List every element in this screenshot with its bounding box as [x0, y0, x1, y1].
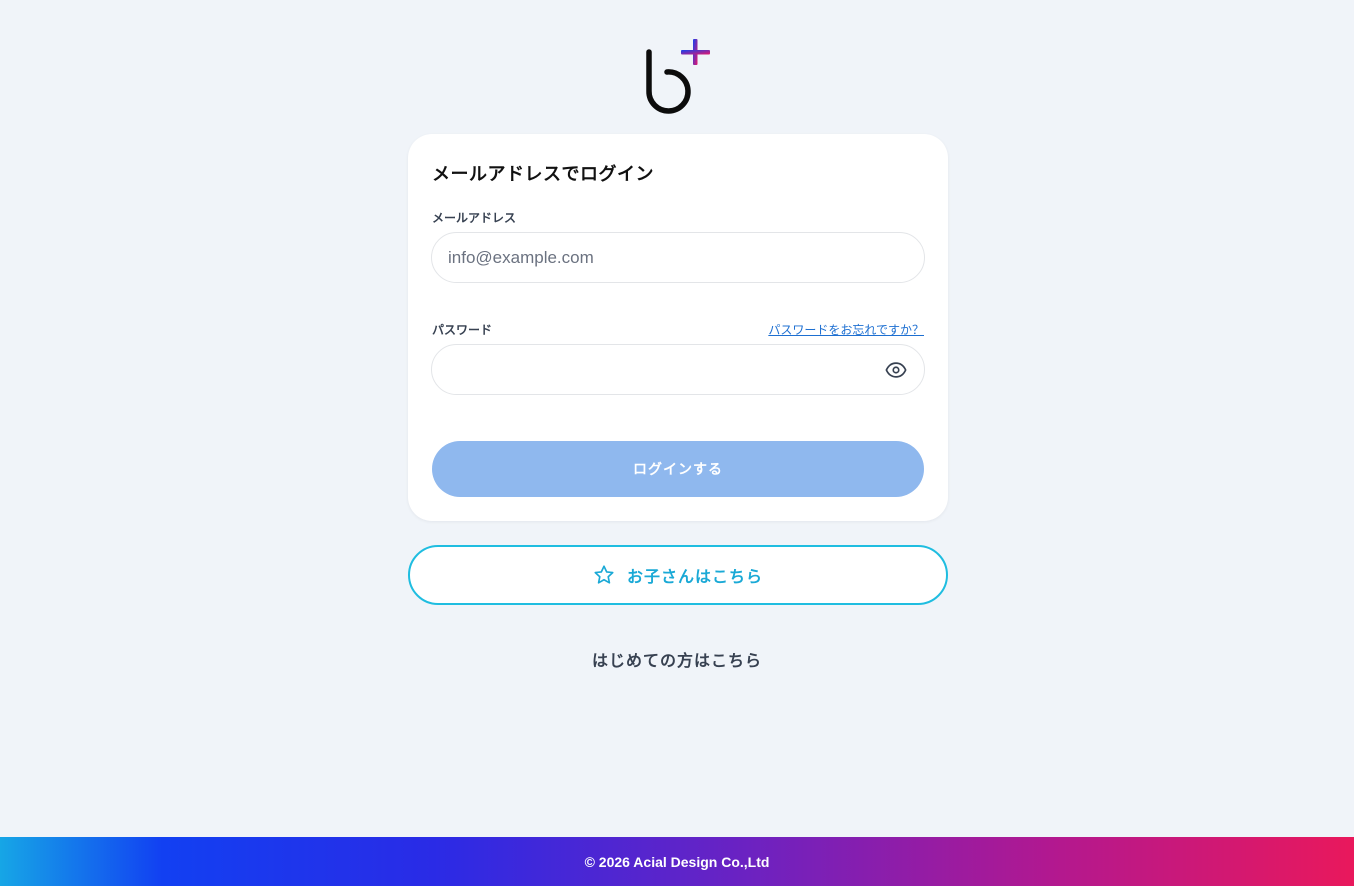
email-label: メールアドレス [432, 211, 517, 225]
copyright-text: © 2026 Acial Design Co.,Ltd [584, 853, 770, 870]
child-login-button[interactable]: お子さんはこちら [408, 545, 948, 605]
password-field[interactable] [431, 344, 925, 395]
star-icon [594, 565, 614, 584]
login-page: メールアドレスでログイン メールアドレス パスワード パスワードをお忘れですか？… [0, 0, 1354, 886]
login-button[interactable]: ログインする [432, 441, 924, 497]
first-time-link[interactable]: はじめての方はこちら [0, 647, 1354, 671]
show-password-toggle[interactable] [884, 358, 908, 382]
login-card: メールアドレスでログイン メールアドレス パスワード パスワードをお忘れですか？… [408, 134, 948, 521]
child-login-label: お子さんはこちら [626, 567, 763, 586]
forgot-password-link[interactable]: パスワードをお忘れですか？ [768, 321, 924, 338]
brand-logo [640, 36, 716, 114]
b-plus-logo-icon [646, 39, 710, 114]
password-label: パスワード [432, 323, 493, 337]
footer: © 2026 Acial Design Co.,Ltd [0, 837, 1354, 886]
eye-icon [885, 362, 907, 378]
email-field[interactable] [431, 232, 925, 283]
login-card-title: メールアドレスでログイン [432, 164, 654, 185]
